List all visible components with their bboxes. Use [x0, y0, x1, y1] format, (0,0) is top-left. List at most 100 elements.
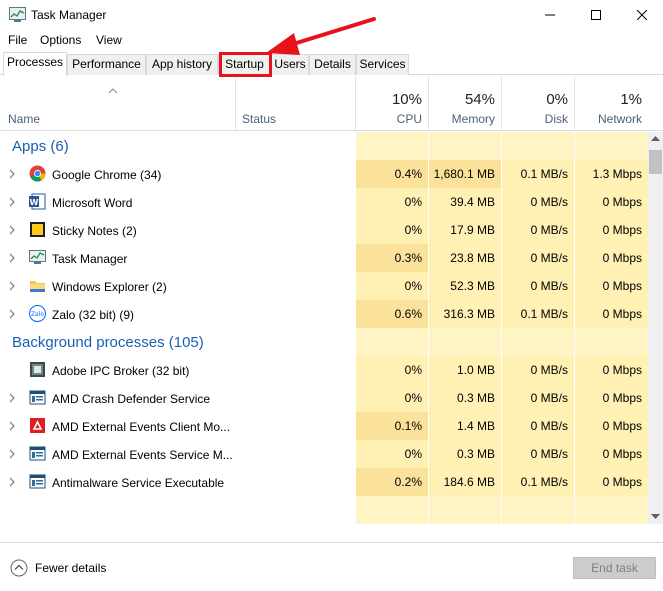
- svg-text:Zalo: Zalo: [31, 311, 44, 318]
- process-name: Google Chrome (34): [52, 168, 162, 182]
- process-name: Microsoft Word: [52, 196, 133, 210]
- process-memory: 23.8 MB: [429, 244, 501, 272]
- process-cpu: 0%: [356, 384, 428, 412]
- scroll-up-icon[interactable]: [651, 136, 660, 142]
- process-name: Windows Explorer (2): [52, 280, 167, 294]
- task-manager-icon: [29, 250, 46, 264]
- process-row[interactable]: Windows Explorer (2) 0% 52.3 MB 0 MB/s 0 Mbp…: [0, 272, 648, 300]
- process-cpu: 0%: [356, 272, 428, 300]
- process-disk: 0 MB/s: [502, 356, 574, 384]
- process-memory: 1.4 MB: [429, 412, 501, 440]
- process-cpu: 0%: [356, 440, 428, 468]
- fewer-details-link[interactable]: Fewer details: [35, 561, 106, 575]
- chevron-right-icon[interactable]: [9, 393, 15, 403]
- service-icon: [29, 390, 46, 405]
- scroll-thumb[interactable]: [649, 150, 662, 174]
- svg-text:W: W: [30, 198, 39, 207]
- process-cpu: 0%: [356, 188, 428, 216]
- chevron-right-icon[interactable]: [9, 253, 15, 263]
- process-network: 0 Mbps: [575, 188, 648, 216]
- process-name: Antimalware Service Executable: [52, 476, 225, 490]
- vertical-scrollbar[interactable]: [648, 132, 663, 524]
- process-row[interactable]: Adobe IPC Broker (32 bit) 0% 1.0 MB 0 MB/s 0…: [0, 356, 648, 384]
- process-cpu: 0%: [356, 356, 428, 384]
- process-cpu: 0.4%: [356, 160, 428, 188]
- process-memory: 1.0 MB: [429, 356, 501, 384]
- process-name: Adobe IPC Broker (32 bit): [52, 364, 190, 378]
- word-icon: W: [29, 193, 46, 210]
- process-network: 0 Mbps: [575, 468, 648, 496]
- process-row[interactable]: [0, 496, 648, 524]
- process-disk: 0.1 MB/s: [502, 300, 574, 328]
- group-title: Background processes (105): [12, 334, 204, 351]
- footer: Fewer details End task: [0, 542, 663, 591]
- process-cpu: 0.6%: [356, 300, 428, 328]
- process-disk: 0.1 MB/s: [502, 468, 574, 496]
- process-row[interactable]: Task Manager 0.3% 23.8 MB 0 MB/s 0 Mbps: [0, 244, 648, 272]
- process-name: AMD External Events Client Mo...: [52, 420, 231, 434]
- service-icon: [29, 474, 46, 489]
- process-network: 0 Mbps: [575, 384, 648, 412]
- process-disk: 0 MB/s: [502, 244, 574, 272]
- process-network: 0 Mbps: [575, 412, 648, 440]
- process-list: Apps (6) Google Chrome (34) 0.4% 1,680.1 MB…: [0, 132, 648, 524]
- process-network: 0 Mbps: [575, 300, 648, 328]
- zalo-icon: Zalo: [29, 305, 46, 322]
- chrome-icon: [29, 165, 46, 182]
- annotation-arrow: [266, 17, 376, 55]
- process-name: Sticky Notes (2): [52, 224, 137, 238]
- process-cpu: 0.1%: [356, 412, 428, 440]
- adobe-ipc-icon: [30, 362, 45, 377]
- process-network: 0 Mbps: [575, 216, 648, 244]
- process-row[interactable]: Zalo Zalo (32 bit) (9) 0.6% 316.3 MB 0.1 MB/…: [0, 300, 648, 328]
- process-name: Zalo (32 bit) (9): [52, 308, 135, 322]
- group-title: Apps (6): [12, 138, 69, 155]
- process-row[interactable]: W Microsoft Word 0% 39.4 MB 0 MB/s 0 Mbps: [0, 188, 648, 216]
- process-disk: 0 MB/s: [502, 384, 574, 412]
- process-row[interactable]: AMD Crash Defender Service 0% 0.3 MB 0 MB/s…: [0, 384, 648, 412]
- process-memory: 52.3 MB: [429, 272, 501, 300]
- process-row[interactable]: AMD External Events Service M... 0% 0.3 MB…: [0, 440, 648, 468]
- chevron-right-icon[interactable]: [9, 477, 15, 487]
- chevron-right-icon[interactable]: [9, 309, 15, 319]
- process-cpu: 0%: [356, 216, 428, 244]
- process-network: 0 Mbps: [575, 244, 648, 272]
- process-network: 0 Mbps: [575, 272, 648, 300]
- group-header-background[interactable]: Background processes (105): [0, 328, 648, 356]
- process-disk: 0 MB/s: [502, 440, 574, 468]
- chevron-right-icon[interactable]: [9, 281, 15, 291]
- fewer-details-icon[interactable]: [10, 559, 28, 577]
- process-disk: 0 MB/s: [502, 272, 574, 300]
- process-row[interactable]: AMD External Events Client Mo... 0.1% 1.4 …: [0, 412, 648, 440]
- process-name: Task Manager: [52, 252, 128, 266]
- process-network: 1.3 Mbps: [575, 160, 648, 188]
- process-disk: 0 MB/s: [502, 188, 574, 216]
- chevron-right-icon[interactable]: [9, 169, 15, 179]
- process-memory: 0.3 MB: [429, 440, 501, 468]
- process-disk: 0 MB/s: [502, 412, 574, 440]
- process-disk: 0 MB/s: [502, 216, 574, 244]
- process-cpu: 0.3%: [356, 244, 428, 272]
- process-row[interactable]: Sticky Notes (2) 0% 17.9 MB 0 MB/s 0 Mbps: [0, 216, 648, 244]
- amd-icon: [30, 418, 45, 433]
- process-network: 0 Mbps: [575, 440, 648, 468]
- process-memory: 184.6 MB: [429, 468, 501, 496]
- process-network: 0 Mbps: [575, 356, 648, 384]
- chevron-right-icon[interactable]: [9, 197, 15, 207]
- chevron-right-icon[interactable]: [9, 449, 15, 459]
- process-cpu: 0.2%: [356, 468, 428, 496]
- end-task-button[interactable]: End task: [573, 557, 656, 579]
- scroll-down-icon[interactable]: [651, 514, 660, 520]
- process-memory: 1,680.1 MB: [429, 160, 501, 188]
- process-memory: 17.9 MB: [429, 216, 501, 244]
- group-header-apps[interactable]: Apps (6): [0, 132, 648, 160]
- process-row[interactable]: Google Chrome (34) 0.4% 1,680.1 MB 0.1 MB/s…: [0, 160, 648, 188]
- folder-icon: [30, 281, 45, 292]
- chevron-right-icon[interactable]: [9, 421, 15, 431]
- process-name: AMD External Events Service M...: [52, 448, 233, 462]
- process-row[interactable]: Antimalware Service Executable 0.2% 184.6 …: [0, 468, 648, 496]
- process-name: AMD Crash Defender Service: [52, 392, 211, 406]
- process-memory: 39.4 MB: [429, 188, 501, 216]
- process-memory: 0.3 MB: [429, 384, 501, 412]
- chevron-right-icon[interactable]: [9, 225, 15, 235]
